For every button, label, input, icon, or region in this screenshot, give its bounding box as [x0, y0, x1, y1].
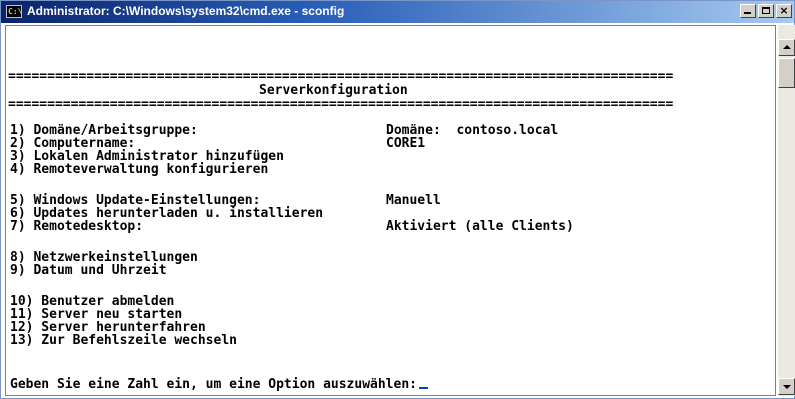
console-heading: Serverkonfiguration — [259, 83, 408, 98]
minimize-icon — [744, 12, 751, 14]
scroll-thumb[interactable] — [778, 58, 795, 88]
option-label: 13) Zur Befehlszeile wechseln — [10, 333, 237, 348]
separator-line: ========================================… — [8, 69, 674, 84]
arrow-down-icon — [783, 385, 791, 389]
option-label: 4) Remoteverwaltung konfigurieren — [10, 162, 269, 177]
prompt-line[interactable]: Geben Sie eine Zahl ein, um eine Option … — [10, 378, 428, 391]
option-value: Manuell — [386, 193, 441, 208]
option-value: Aktiviert (alle Clients) — [386, 219, 574, 234]
option-label: 9) Datum und Uhrzeit — [10, 263, 167, 278]
maximize-button[interactable] — [758, 4, 774, 18]
close-icon: × — [779, 4, 789, 17]
minimize-button[interactable] — [740, 4, 756, 18]
prompt-text: Geben Sie eine Zahl ein, um eine Option … — [10, 377, 417, 392]
scroll-down-button[interactable] — [778, 378, 795, 395]
cmd-app-icon[interactable]: C:\ — [6, 5, 22, 18]
separator-line: ========================================… — [8, 97, 674, 112]
title-bar[interactable]: C:\ Administrator: C:\Windows\system32\c… — [1, 1, 794, 23]
option-value: CORE1 — [386, 136, 426, 151]
cmd-window: C:\ Administrator: C:\Windows\system32\c… — [0, 0, 795, 399]
arrow-up-icon — [783, 45, 791, 49]
vertical-scrollbar[interactable] — [778, 25, 795, 396]
close-button[interactable]: × — [776, 4, 792, 18]
console-output[interactable]: ========================================… — [5, 25, 776, 396]
maximize-icon — [762, 7, 770, 14]
option-label: 7) Remotedesktop: — [10, 219, 144, 234]
window-title: Administrator: C:\Windows\system32\cmd.e… — [27, 4, 345, 18]
text-cursor — [419, 387, 428, 389]
scroll-up-button[interactable] — [778, 39, 795, 56]
